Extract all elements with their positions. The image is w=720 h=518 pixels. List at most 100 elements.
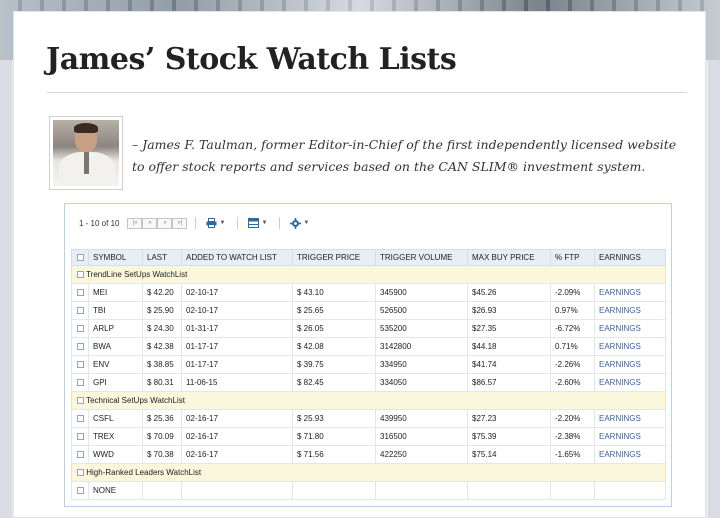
row-checkbox[interactable] [77, 451, 84, 459]
cell-added: 02-16-17 [181, 445, 293, 464]
group-title: Technical SetUps WatchList [86, 396, 185, 405]
cell-trigger-volume: 345900 [375, 283, 468, 302]
row-checkbox[interactable] [77, 307, 84, 315]
cell-last [142, 481, 182, 500]
column-header-last[interactable]: LAST [142, 249, 182, 266]
column-header-max-buy[interactable]: MAX BUY PRICE [467, 249, 551, 266]
print-button[interactable]: ▼ [206, 218, 225, 228]
earnings-link[interactable]: EARNINGS [594, 445, 666, 464]
cell-trigger-price: $ 39.75 [292, 355, 376, 374]
cell-ftp: -6.72% [550, 319, 595, 338]
row-checkbox[interactable] [77, 433, 84, 441]
cell-max-buy: $75.39 [467, 427, 551, 446]
cell-symbol: WWD [88, 445, 143, 464]
cell-trigger-volume: 316500 [375, 427, 468, 446]
earnings-link[interactable]: EARNINGS [594, 301, 666, 320]
cell-added: 11-06-15 [181, 373, 293, 392]
earnings-link[interactable] [594, 481, 666, 500]
cell-trigger-price: $ 71.56 [292, 445, 376, 464]
cell-max-buy [467, 481, 551, 500]
cell-added: 01-17-17 [181, 355, 293, 374]
table-row[interactable]: GPI $ 80.31 11-06-15 $ 82.45 334050 $86.… [71, 373, 666, 392]
table-row[interactable]: ENV $ 38.85 01-17-17 $ 39.75 334950 $41.… [71, 355, 666, 374]
row-checkbox[interactable] [77, 343, 84, 351]
group-title: TrendLine SetUps WatchList [86, 270, 188, 279]
cell-symbol: BWA [88, 337, 143, 356]
row-checkbox[interactable] [77, 487, 84, 495]
table-row[interactable]: NONE [71, 481, 666, 500]
background-right-margin [708, 60, 720, 518]
cell-last: $ 42.20 [142, 283, 182, 302]
watchlist-table-container: SYMBOL LAST ADDED TO WATCH LIST TRIGGER … [71, 249, 666, 500]
watchlist-grid: 1 - 10 of 10 |« « » »| ▼ ▼ ▼ SYMBOL LAST… [64, 203, 672, 507]
cell-symbol: ENV [88, 355, 143, 374]
group-checkbox[interactable] [77, 469, 84, 477]
cell-ftp: 0.97% [550, 301, 595, 320]
author-quote: – James F. Taulman, former Editor-in-Chi… [132, 137, 677, 174]
earnings-link[interactable]: EARNINGS [594, 319, 666, 338]
column-header-trigger-price[interactable]: TRIGGER PRICE [292, 249, 376, 266]
cell-trigger-volume: 334050 [375, 373, 468, 392]
earnings-link[interactable]: EARNINGS [594, 409, 666, 428]
cell-last: $ 25.90 [142, 301, 182, 320]
cell-max-buy: $86.57 [467, 373, 551, 392]
author-avatar [49, 116, 123, 190]
column-header-trigger-volume[interactable]: TRIGGER VOLUME [375, 249, 468, 266]
table-row[interactable]: TBI $ 25.90 02-10-17 $ 25.65 526500 $26.… [71, 301, 666, 320]
cell-trigger-price: $ 25.65 [292, 301, 376, 320]
earnings-link[interactable]: EARNINGS [594, 373, 666, 392]
settings-button[interactable]: ▼ [290, 217, 309, 229]
cell-last: $ 70.09 [142, 427, 182, 446]
row-checkbox[interactable] [77, 361, 84, 369]
previous-page-button[interactable]: « [142, 217, 158, 229]
next-page-button[interactable]: » [157, 217, 173, 229]
table-row[interactable]: TREX $ 70.09 02-16-17 $ 71.80 316500 $75… [71, 427, 666, 446]
column-header-symbol[interactable]: SYMBOL [88, 249, 143, 266]
column-header-added[interactable]: ADDED TO WATCH LIST [181, 249, 293, 266]
earnings-link[interactable]: EARNINGS [594, 337, 666, 356]
cell-trigger-price [292, 481, 376, 500]
last-page-button[interactable]: »| [172, 217, 188, 229]
row-checkbox[interactable] [77, 415, 84, 423]
table-row[interactable]: BWA $ 42.38 01-17-17 $ 42.08 3142800 $44… [71, 337, 666, 356]
cell-added: 02-16-17 [181, 427, 293, 446]
cell-trigger-price: $ 42.08 [292, 337, 376, 356]
cell-trigger-price: $ 43.10 [292, 283, 376, 302]
column-header-earnings[interactable]: EARNINGS [594, 249, 666, 266]
group-checkbox[interactable] [77, 397, 84, 405]
cell-ftp: -2.20% [550, 409, 595, 428]
cell-trigger-price: $ 26.05 [292, 319, 376, 338]
cell-ftp: 0.71% [550, 337, 595, 356]
watchlist-table: SYMBOL LAST ADDED TO WATCH LIST TRIGGER … [71, 249, 666, 500]
toolbar-divider [237, 217, 239, 229]
columns-button[interactable]: ▼ [248, 218, 267, 228]
cell-max-buy: $27.23 [467, 409, 551, 428]
cell-last: $ 70.38 [142, 445, 182, 464]
row-checkbox[interactable] [77, 325, 84, 333]
row-checkbox[interactable] [77, 289, 84, 297]
table-row[interactable]: CSFL $ 25.36 02-16-17 $ 25.93 439950 $27… [71, 409, 666, 428]
earnings-link[interactable]: EARNINGS [594, 283, 666, 302]
toolbar-divider [195, 217, 197, 229]
columns-icon [248, 218, 260, 228]
group-checkbox[interactable] [77, 271, 84, 279]
cell-last: $ 38.85 [142, 355, 182, 374]
earnings-link[interactable]: EARNINGS [594, 355, 666, 374]
cell-trigger-price: $ 25.93 [292, 409, 376, 428]
cell-ftp: -2.38% [550, 427, 595, 446]
cell-last: $ 24.30 [142, 319, 182, 338]
column-header-ftp[interactable]: % FTP [550, 249, 595, 266]
cell-symbol: TBI [88, 301, 143, 320]
select-all-checkbox[interactable] [71, 249, 89, 266]
chevron-down-icon: ▼ [219, 220, 226, 226]
cell-max-buy: $41.74 [467, 355, 551, 374]
first-page-button[interactable]: |« [127, 217, 143, 229]
row-checkbox[interactable] [77, 379, 84, 387]
author-photo [53, 120, 119, 186]
table-row[interactable]: ARLP $ 24.30 01-31-17 $ 26.05 535200 $27… [71, 319, 666, 338]
cell-ftp: -2.09% [550, 283, 595, 302]
table-row[interactable]: WWD $ 70.38 02-16-17 $ 71.56 422250 $75.… [71, 445, 666, 464]
earnings-link[interactable]: EARNINGS [594, 427, 666, 446]
table-row[interactable]: MEI $ 42.20 02-10-17 $ 43.10 345900 $45.… [71, 283, 666, 302]
group-header-row: Technical SetUps WatchList [71, 391, 666, 410]
